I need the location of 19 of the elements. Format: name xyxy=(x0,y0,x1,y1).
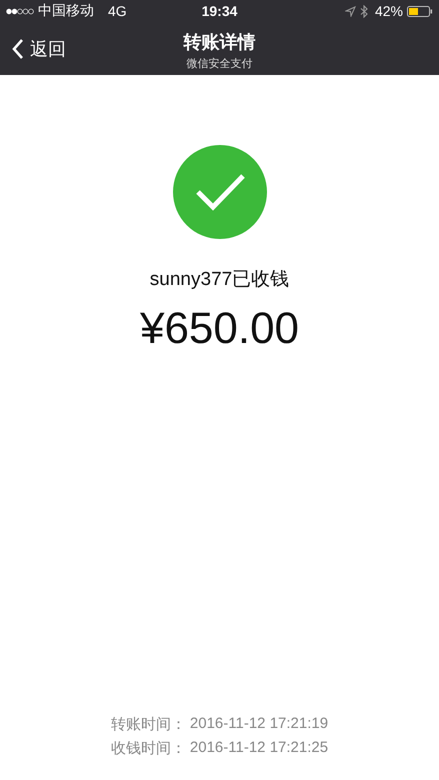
page-title: 转账详情 xyxy=(184,31,256,54)
clock-time: 19:34 xyxy=(202,3,238,19)
amount: ¥650.00 xyxy=(140,304,300,354)
page-subtitle: 微信安全支付 xyxy=(186,56,254,71)
detail-value: 2016-11-12 17:21:25 xyxy=(190,739,328,758)
carrier-name: 中国移动 xyxy=(38,2,94,20)
success-check-icon xyxy=(172,145,266,239)
detail-value: 2016-11-12 17:21:19 xyxy=(190,715,328,734)
back-button[interactable]: 返回 xyxy=(0,36,66,60)
chevron-icon xyxy=(12,38,24,60)
battery-icon xyxy=(407,6,433,16)
bluetooth-icon xyxy=(360,4,368,18)
network-type: 4G xyxy=(108,3,127,19)
detail-label: 转账时间： xyxy=(110,715,186,734)
signal-icon xyxy=(6,8,34,14)
detail-label: 收钱时间： xyxy=(110,739,186,758)
battery-percent: 42% xyxy=(374,3,403,19)
status-message: sunny377已收钱 xyxy=(150,268,290,292)
location-icon xyxy=(344,6,356,16)
